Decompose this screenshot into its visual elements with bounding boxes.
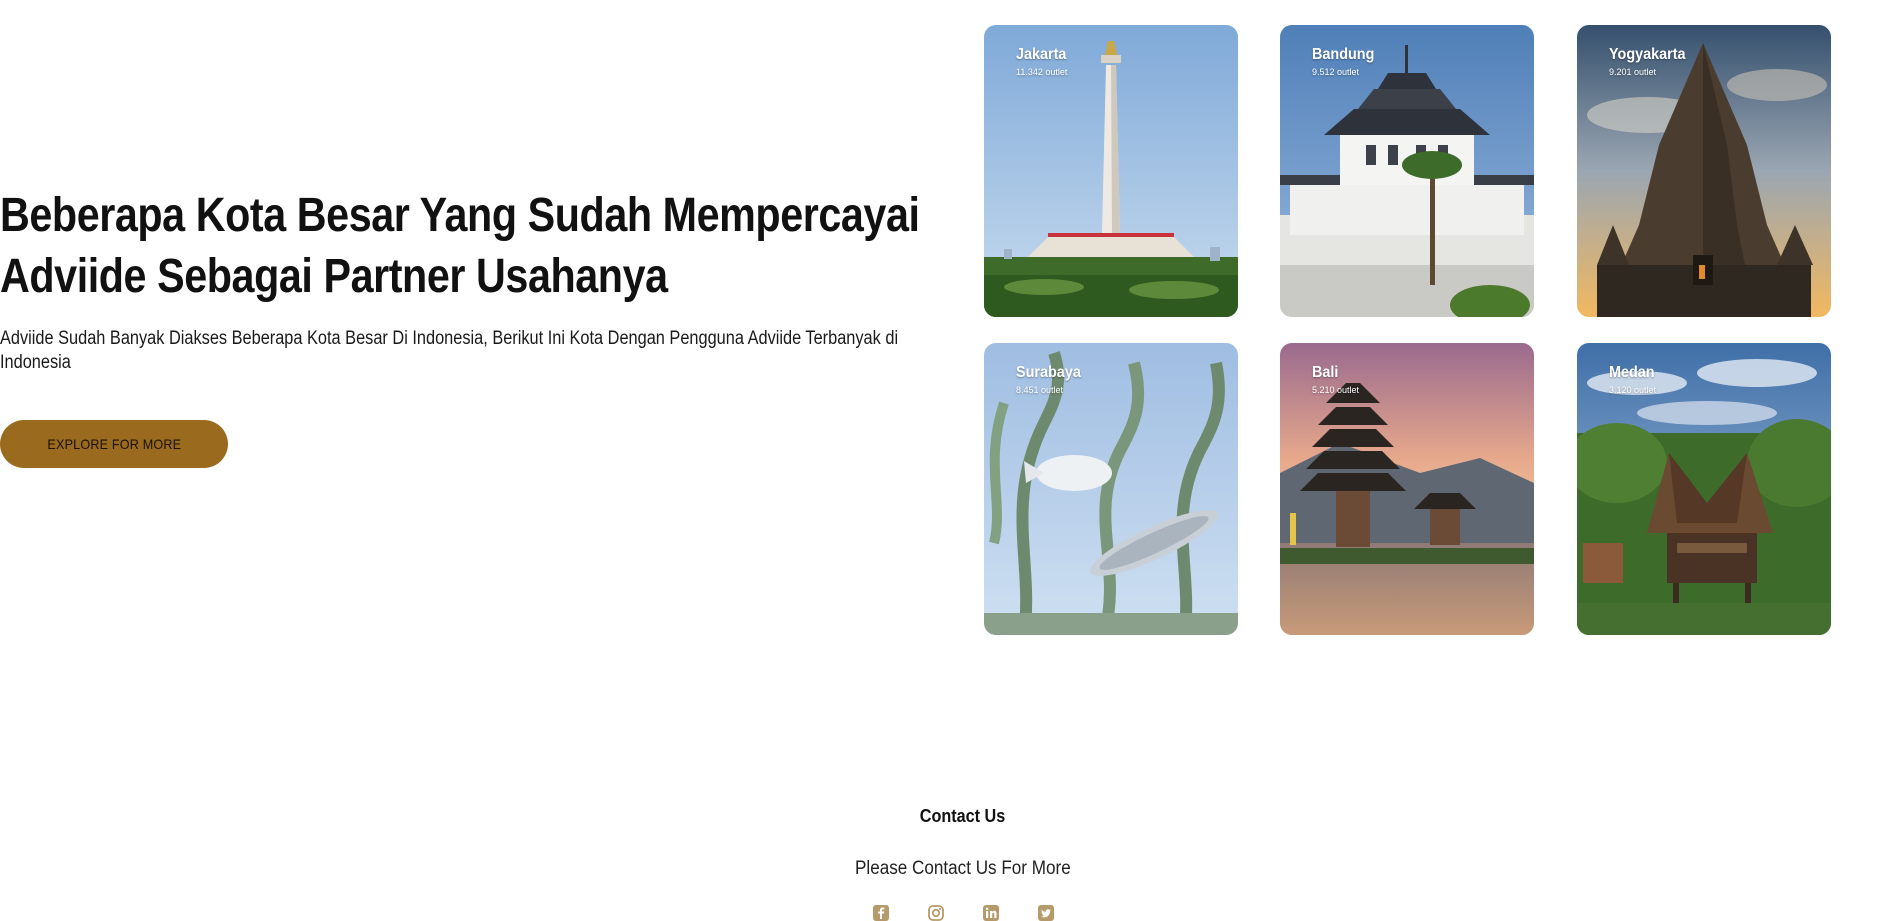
city-name: Jakarta [1016, 46, 1067, 63]
city-name: Bali [1312, 364, 1339, 381]
hero-title: Beberapa Kota Besar Yang Sudah Mempercay… [0, 189, 920, 303]
social-links [872, 904, 1055, 921]
contact-subtitle: Please Contact Us For More [0, 858, 1899, 880]
city-name: Medan [1609, 364, 1655, 381]
contact-subtitle-text: Please Contact Us For More [855, 858, 1071, 879]
outlet-count: 11.342 outlet [1016, 67, 1068, 77]
outlet-count: 9.201 outlet [1609, 67, 1657, 77]
city-card-bandung[interactable]: Bandung 9.512 outlet [1280, 25, 1534, 317]
card-label: Bandung 9.512 outlet [1312, 45, 1381, 78]
outlet-count: 3.120 outlet [1609, 385, 1657, 395]
card-label: Bali 5.210 outlet [1312, 363, 1359, 396]
city-card-bali[interactable]: Bali 5.210 outlet [1280, 343, 1534, 635]
instagram-icon[interactable] [927, 904, 945, 921]
city-name: Surabaya [1016, 364, 1081, 381]
page: Beberapa Kota Besar Yang Sudah Mempercay… [0, 0, 1899, 921]
linkedin-icon[interactable] [982, 904, 1000, 921]
card-label: Yogyakarta 9.201 outlet [1609, 45, 1694, 78]
outlet-count: 5.210 outlet [1312, 385, 1360, 395]
city-name: Yogyakarta [1609, 46, 1686, 63]
twitter-icon[interactable] [1037, 904, 1055, 921]
facebook-icon[interactable] [872, 904, 890, 921]
outlet-count: 8.451 outlet [1016, 385, 1064, 395]
card-label: Jakarta 11.342 outlet [1016, 45, 1072, 78]
explore-for-more-button[interactable]: EXPLORE FOR MORE [0, 420, 228, 468]
city-card-surabaya[interactable]: Surabaya 8.451 outlet [984, 343, 1238, 635]
outlet-count: 9.512 outlet [1312, 67, 1360, 77]
card-label: Surabaya 8.451 outlet [1016, 363, 1088, 396]
hero-description: Adviide Sudah Banyak Diakses Beberapa Ko… [0, 328, 899, 373]
hero-section: Beberapa Kota Besar Yang Sudah Mempercay… [0, 185, 960, 375]
contact-title-text: Contact Us [920, 806, 1006, 826]
card-label: Medan 3.120 outlet [1609, 363, 1660, 396]
explore-button-label: EXPLORE FOR MORE [47, 436, 181, 452]
contact-title: Contact Us [0, 806, 1899, 827]
city-card-medan[interactable]: Medan 3.120 outlet [1577, 343, 1831, 635]
city-card-jakarta[interactable]: Jakarta 11.342 outlet [984, 25, 1238, 317]
city-card-yogyakarta[interactable]: Yogyakarta 9.201 outlet [1577, 25, 1831, 317]
city-name: Bandung [1312, 46, 1375, 63]
